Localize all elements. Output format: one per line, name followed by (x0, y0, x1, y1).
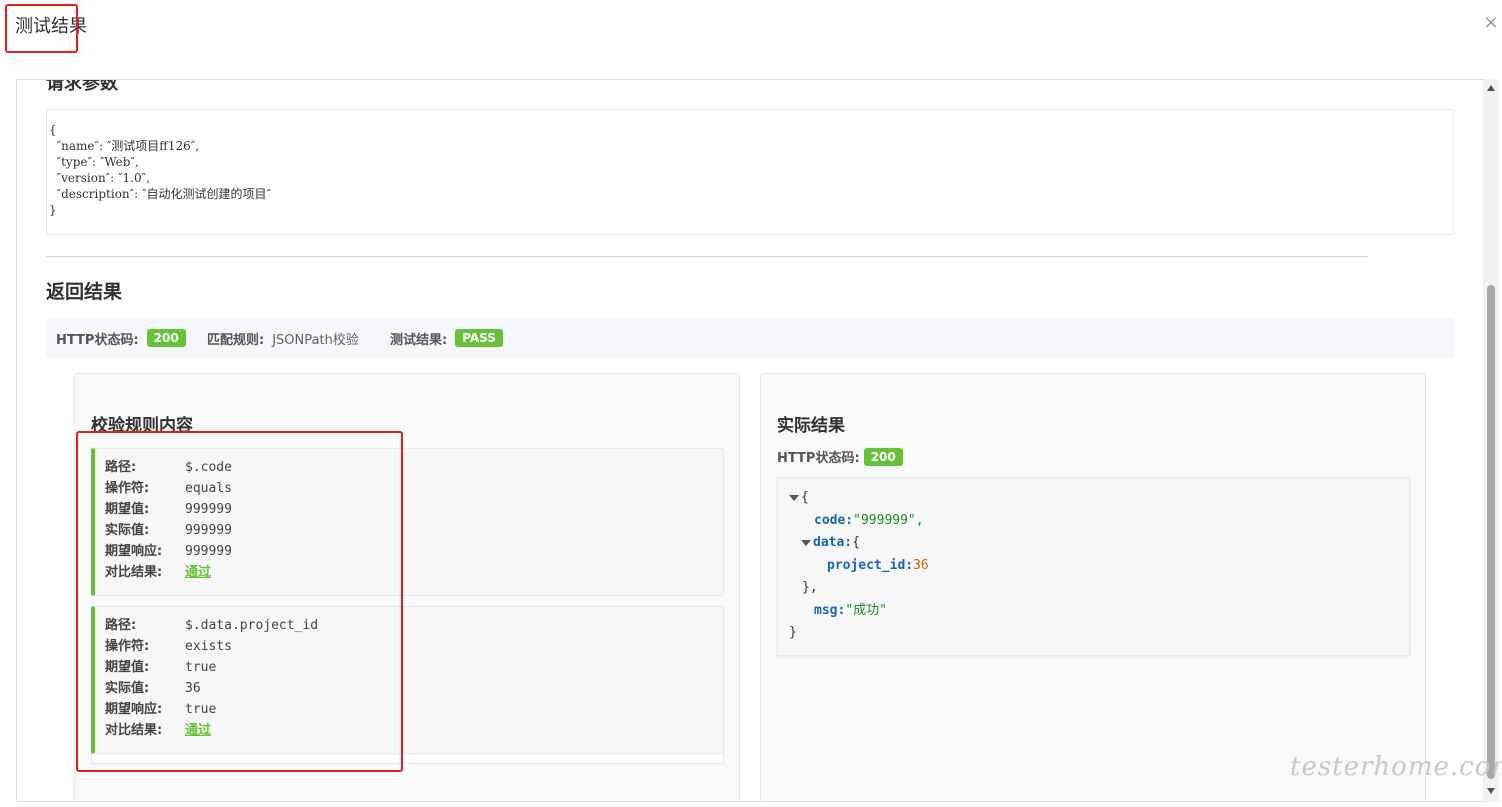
json-line-data-close: }, (802, 578, 818, 598)
http-status-badge: 200 (146, 329, 186, 347)
status-summary-bar: HTTP状态码: 200 匹配规则: JSONPath校验 测试结果: PASS (46, 318, 1454, 358)
scroll-down-arrow-icon[interactable] (1487, 788, 1495, 794)
request-params-box: { ″name″: ″测试项目ff126″, ″type″: ″Web″, ″v… (46, 109, 1454, 235)
scrollbar-thumb[interactable] (1487, 285, 1495, 779)
json-line-code: code:"999999", (814, 511, 924, 531)
json-line-close: } (789, 623, 797, 643)
json-brace: }, (802, 580, 818, 595)
collapse-triangle-icon[interactable] (801, 539, 811, 546)
test-result-label: 测试结果: (390, 332, 448, 348)
code-line: ″type″: ″Web″, (49, 155, 139, 169)
json-string: "成功" (845, 603, 887, 618)
collapse-triangle-icon[interactable] (789, 494, 799, 501)
json-key: msg: (814, 603, 846, 618)
json-key: code: (814, 513, 854, 528)
match-rule-item: 匹配规则: JSONPath校验 (207, 318, 359, 358)
code-line: ″name″: ″测试项目ff126″, (49, 139, 200, 153)
actual-http-status-badge: 200 (863, 447, 903, 466)
request-params-code: { ″name″: ″测试项目ff126″, ″type″: ″Web″, ″v… (49, 122, 271, 218)
http-status-label: HTTP状态码: (56, 332, 139, 348)
json-number: 36 (913, 558, 929, 573)
json-brace: { (801, 490, 809, 505)
watermark: testerhome.com (1290, 752, 1502, 782)
json-key: data: (813, 535, 853, 550)
scroll-up-arrow-icon[interactable] (1487, 85, 1495, 91)
json-line-project-id: project_id:36 (827, 556, 929, 576)
code-line: { (49, 123, 57, 137)
match-rule-label: 匹配规则: (207, 332, 265, 348)
code-line: ″description″: ″自动化测试创建的项目″ (49, 187, 271, 201)
actual-result-panel: 实际结果 HTTP状态码: 200 { code:"999999", data:… (760, 373, 1426, 801)
json-brace: { (852, 535, 860, 550)
code-line: } (49, 203, 57, 217)
test-result-item: 测试结果: PASS (390, 318, 503, 358)
title-highlight-box (5, 4, 78, 53)
response-title: 返回结果 (46, 281, 123, 303)
json-brace: } (789, 625, 797, 640)
json-key: project_id: (827, 558, 914, 573)
json-line-msg: msg:"成功" (814, 601, 887, 621)
rules-highlight-box (76, 431, 403, 772)
actual-http-status: HTTP状态码: 200 (777, 447, 903, 466)
close-icon[interactable]: × (1482, 13, 1500, 33)
section-divider (46, 256, 1368, 257)
json-string: "999999", (853, 513, 924, 528)
test-result-badge: PASS (455, 329, 503, 347)
json-viewer: { code:"999999", data:{ project_id:36 },… (777, 477, 1410, 656)
json-root-line: { (789, 488, 809, 508)
actual-http-status-label: HTTP状态码: (777, 451, 860, 466)
code-line: ″version″: ″1.0″, (49, 171, 150, 185)
request-params-title: 请求参数 (46, 80, 118, 94)
vertical-scrollbar[interactable] (1483, 79, 1499, 802)
actual-result-title: 实际结果 (777, 416, 845, 436)
test-result-dialog: 测试结果 × 请求参数 { ″name″: ″测试项目ff126″, ″type… (0, 0, 1502, 807)
json-line-data: data:{ (801, 533, 860, 553)
http-status-item: HTTP状态码: 200 (56, 318, 186, 358)
match-rule-value: JSONPath校验 (272, 332, 359, 348)
